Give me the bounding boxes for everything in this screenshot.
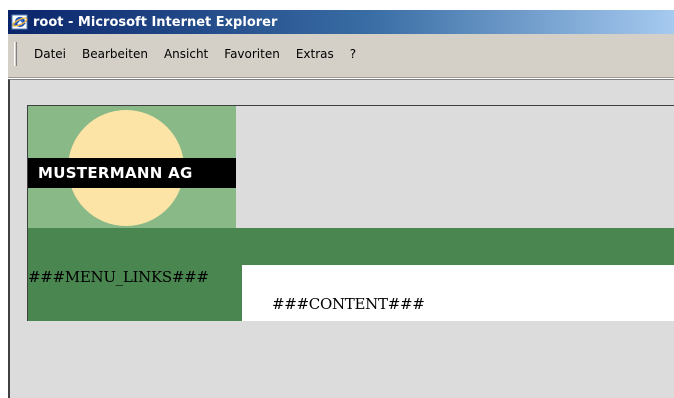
logo-band: MUSTERMANN AG	[28, 158, 236, 188]
title-bar[interactable]: root - Microsoft Internet Explorer	[8, 10, 674, 34]
menu-item-datei[interactable]: Datei	[28, 47, 76, 61]
ie-browser-icon	[11, 13, 29, 31]
menu-item-ansicht[interactable]: Ansicht	[158, 47, 218, 61]
menu-item-help[interactable]: ?	[344, 47, 366, 61]
header-area	[236, 106, 674, 228]
menu-bar: Datei Bearbeiten Ansicht Favoriten Extra…	[8, 34, 674, 78]
menu-item-extras[interactable]: Extras	[290, 47, 344, 61]
menu-links-placeholder: ###MENU_LINKS###	[28, 268, 209, 286]
left-menu-column: ###MENU_LINKS###	[28, 265, 242, 321]
page-layout-table: MUSTERMANN AG ###MENU_LINKS### ###CONTEN…	[27, 105, 674, 321]
content-placeholder: ###CONTENT###	[272, 295, 425, 313]
logo-text: MUSTERMANN AG	[38, 164, 193, 182]
content-area: ###CONTENT###	[242, 265, 674, 321]
browser-window: root - Microsoft Internet Explorer Datei…	[0, 0, 674, 398]
menu-item-bearbeiten[interactable]: Bearbeiten	[76, 47, 158, 61]
company-logo: MUSTERMANN AG	[28, 106, 236, 228]
toolbar-grip[interactable]	[14, 42, 17, 66]
menu-item-favoriten[interactable]: Favoriten	[218, 47, 290, 61]
window-title: root - Microsoft Internet Explorer	[33, 14, 278, 30]
browser-viewport: MUSTERMANN AG ###MENU_LINKS### ###CONTEN…	[8, 79, 674, 398]
menu-items: Datei Bearbeiten Ansicht Favoriten Extra…	[28, 47, 366, 61]
navigation-bar	[28, 228, 674, 265]
